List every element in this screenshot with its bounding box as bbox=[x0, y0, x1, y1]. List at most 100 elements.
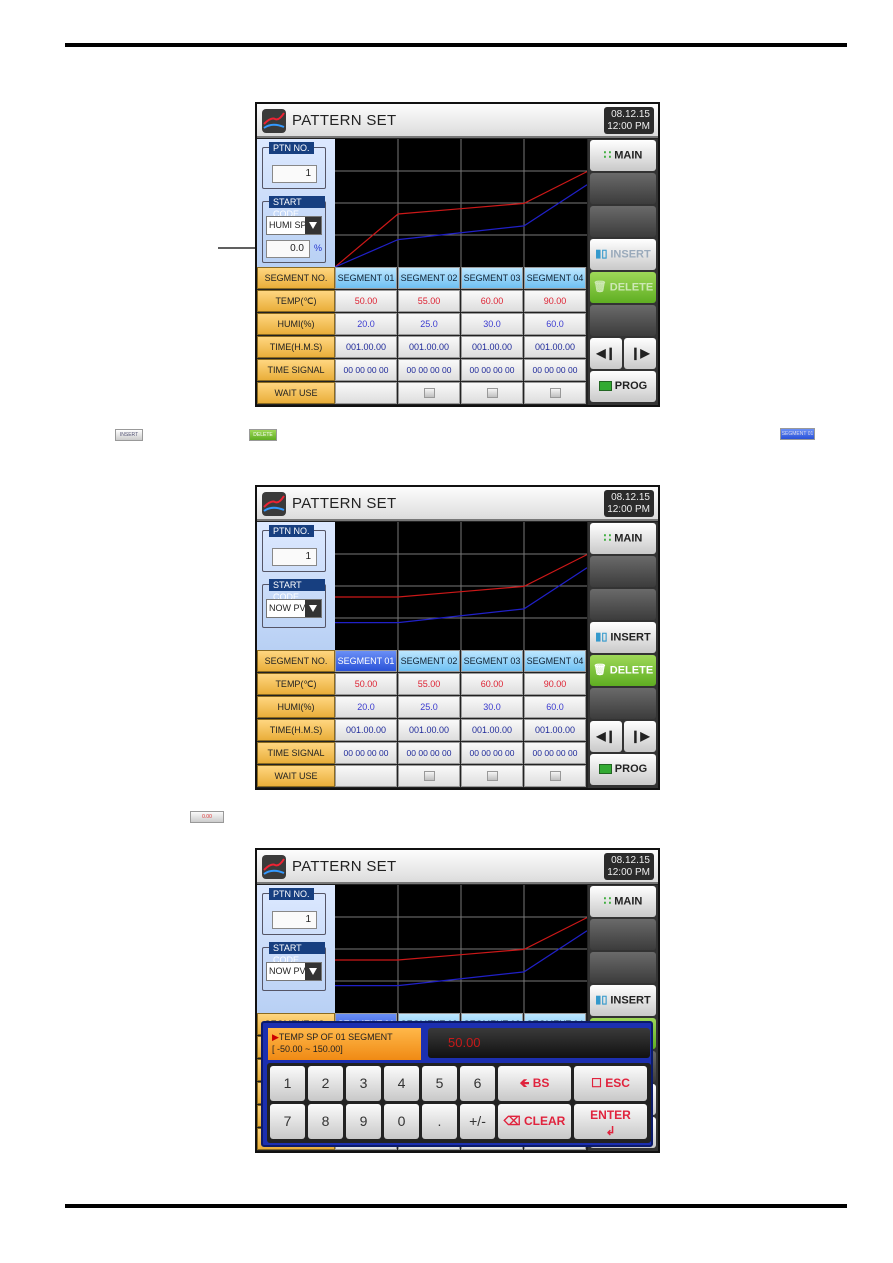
delete-button[interactable]: 🗑 DELETE bbox=[590, 655, 656, 686]
wait-use-cell[interactable] bbox=[335, 382, 397, 404]
key-button[interactable]: 4 bbox=[384, 1066, 419, 1101]
ptn-no-input[interactable]: 1 bbox=[272, 911, 317, 929]
time-signal-cell[interactable]: 00 00 00 00 bbox=[398, 359, 460, 381]
start-value-input[interactable]: 0.0 bbox=[266, 240, 310, 258]
delete-button[interactable]: 🗑 DELETE bbox=[590, 272, 656, 303]
empty-button-2 bbox=[590, 952, 656, 983]
checkbox-icon[interactable] bbox=[549, 771, 561, 781]
time-cell[interactable]: 001.00.00 bbox=[335, 719, 397, 741]
key-button[interactable]: 3 bbox=[346, 1066, 381, 1101]
humi-cell[interactable]: 60.0 bbox=[524, 313, 586, 335]
ptn-no-input[interactable]: 1 bbox=[272, 548, 317, 566]
next-segment-button[interactable]: ❙▶ bbox=[624, 721, 656, 752]
wait-use-cell[interactable] bbox=[461, 765, 523, 787]
checkbox-icon[interactable] bbox=[549, 388, 561, 398]
temp-cell[interactable]: 55.00 bbox=[398, 290, 460, 312]
wait-use-cell[interactable] bbox=[461, 382, 523, 404]
wait-use-cell[interactable] bbox=[398, 765, 460, 787]
main-button[interactable]: ∷ MAIN bbox=[590, 523, 656, 554]
key-button[interactable]: 2 bbox=[308, 1066, 343, 1101]
humi-cell[interactable]: 20.0 bbox=[335, 696, 397, 718]
temp-cell[interactable]: 50.00 bbox=[335, 290, 397, 312]
clear-button[interactable]: ⌫ CLEAR bbox=[498, 1104, 571, 1139]
key-button[interactable]: 5 bbox=[422, 1066, 457, 1101]
segments-cell[interactable]: SEGMENT 04 bbox=[524, 650, 586, 672]
time-cell[interactable]: 001.00.00 bbox=[461, 719, 523, 741]
dropdown-arrow-icon[interactable] bbox=[305, 217, 321, 234]
time-cell[interactable]: 001.00.00 bbox=[335, 336, 397, 358]
time-signal-cell[interactable]: 00 00 00 00 bbox=[461, 742, 523, 764]
time-cell[interactable]: 001.00.00 bbox=[524, 336, 586, 358]
time-cell[interactable]: 001.00.00 bbox=[398, 336, 460, 358]
segments-cell[interactable]: SEGMENT 02 bbox=[398, 650, 460, 672]
temp-cell[interactable]: 60.00 bbox=[461, 290, 523, 312]
humi-cell[interactable]: 20.0 bbox=[335, 313, 397, 335]
temp-cell[interactable]: 90.00 bbox=[524, 673, 586, 695]
keypad-display: 50.00 bbox=[428, 1028, 650, 1058]
start-code-select[interactable]: HUMI SP bbox=[266, 216, 322, 235]
time-signal-cell[interactable]: 00 00 00 00 bbox=[461, 359, 523, 381]
key-button[interactable]: 0 bbox=[384, 1104, 419, 1139]
empty-button-2 bbox=[590, 206, 656, 237]
time-cell[interactable]: 001.00.00 bbox=[524, 719, 586, 741]
segments-cell[interactable]: SEGMENT 03 bbox=[461, 267, 523, 289]
key-button[interactable]: . bbox=[422, 1104, 457, 1139]
right-button-column: ∷ MAIN ▮▯ INSERT 🗑 DELETE ◀❙ ❙▶ PROG bbox=[588, 139, 658, 405]
temp-cell[interactable]: 50.00 bbox=[335, 673, 397, 695]
segments-cell[interactable]: SEGMENT 03 bbox=[461, 650, 523, 672]
humi-cell[interactable]: 60.0 bbox=[524, 696, 586, 718]
key-button[interactable]: +/- bbox=[460, 1104, 495, 1139]
wait-use-cell[interactable] bbox=[398, 382, 460, 404]
dropdown-arrow-icon[interactable] bbox=[305, 963, 321, 980]
time-signal-cell[interactable]: 00 00 00 00 bbox=[398, 742, 460, 764]
prog-icon bbox=[598, 381, 612, 392]
enter-button[interactable]: ENTER ↲ bbox=[574, 1104, 647, 1139]
dropdown-arrow-icon[interactable] bbox=[305, 600, 321, 617]
humi-cell[interactable]: 30.0 bbox=[461, 313, 523, 335]
checkbox-icon[interactable] bbox=[423, 771, 435, 781]
key-button[interactable]: 1 bbox=[270, 1066, 305, 1101]
key-button[interactable]: 9 bbox=[346, 1104, 381, 1139]
segments-cell[interactable]: SEGMENT 02 bbox=[398, 267, 460, 289]
temp-cell[interactable]: 60.00 bbox=[461, 673, 523, 695]
temp-cell[interactable]: 55.00 bbox=[398, 673, 460, 695]
key-button[interactable]: 8 bbox=[308, 1104, 343, 1139]
segments-cell[interactable]: SEGMENT 01 bbox=[335, 650, 397, 672]
start-code-select[interactable]: NOW PV bbox=[266, 962, 322, 981]
checkbox-icon[interactable] bbox=[486, 388, 498, 398]
checkbox-icon[interactable] bbox=[486, 771, 498, 781]
wait-use-cell[interactable] bbox=[524, 765, 586, 787]
key-button[interactable]: 7 bbox=[270, 1104, 305, 1139]
temp-cell[interactable]: 90.00 bbox=[524, 290, 586, 312]
prog-button[interactable]: PROG bbox=[590, 371, 656, 402]
wait-use-cell[interactable] bbox=[335, 765, 397, 787]
main-button[interactable]: ∷ MAIN bbox=[590, 886, 656, 917]
esc-button[interactable]: ☐ ESC bbox=[574, 1066, 647, 1101]
table-row: TIME SIGNAL00 00 00 0000 00 00 0000 00 0… bbox=[257, 359, 587, 382]
start-code-select[interactable]: NOW PV bbox=[266, 599, 322, 618]
next-segment-button[interactable]: ❙▶ bbox=[624, 338, 656, 369]
time-cell[interactable]: 001.00.00 bbox=[461, 336, 523, 358]
ptn-no-input[interactable]: 1 bbox=[272, 165, 317, 183]
key-button[interactable]: 6 bbox=[460, 1066, 495, 1101]
segments-cell[interactable]: SEGMENT 04 bbox=[524, 267, 586, 289]
humi-cell[interactable]: 25.0 bbox=[398, 696, 460, 718]
prog-button[interactable]: PROG bbox=[590, 754, 656, 785]
prev-segment-button[interactable]: ◀❙ bbox=[590, 338, 622, 369]
main-button[interactable]: ∷ MAIN bbox=[590, 140, 656, 171]
checkbox-icon[interactable] bbox=[423, 388, 435, 398]
wait-use-cell[interactable] bbox=[524, 382, 586, 404]
time-signal-cell[interactable]: 00 00 00 00 bbox=[524, 359, 586, 381]
time-signal-cell[interactable]: 00 00 00 00 bbox=[524, 742, 586, 764]
humi-cell[interactable]: 25.0 bbox=[398, 313, 460, 335]
time-signal-cell[interactable]: 00 00 00 00 bbox=[335, 359, 397, 381]
humi-cell[interactable]: 30.0 bbox=[461, 696, 523, 718]
insert-button[interactable]: ▮▯ INSERT bbox=[590, 622, 656, 653]
segments-cell[interactable]: SEGMENT 01 bbox=[335, 267, 397, 289]
time-signal-cell[interactable]: 00 00 00 00 bbox=[335, 742, 397, 764]
backspace-button[interactable]: 🡸 BS bbox=[498, 1066, 571, 1101]
insert-button[interactable]: ▮▯ INSERT bbox=[590, 985, 656, 1016]
time-cell[interactable]: 001.00.00 bbox=[398, 719, 460, 741]
prev-segment-button[interactable]: ◀❙ bbox=[590, 721, 622, 752]
insert-button[interactable]: ▮▯ INSERT bbox=[590, 239, 656, 270]
